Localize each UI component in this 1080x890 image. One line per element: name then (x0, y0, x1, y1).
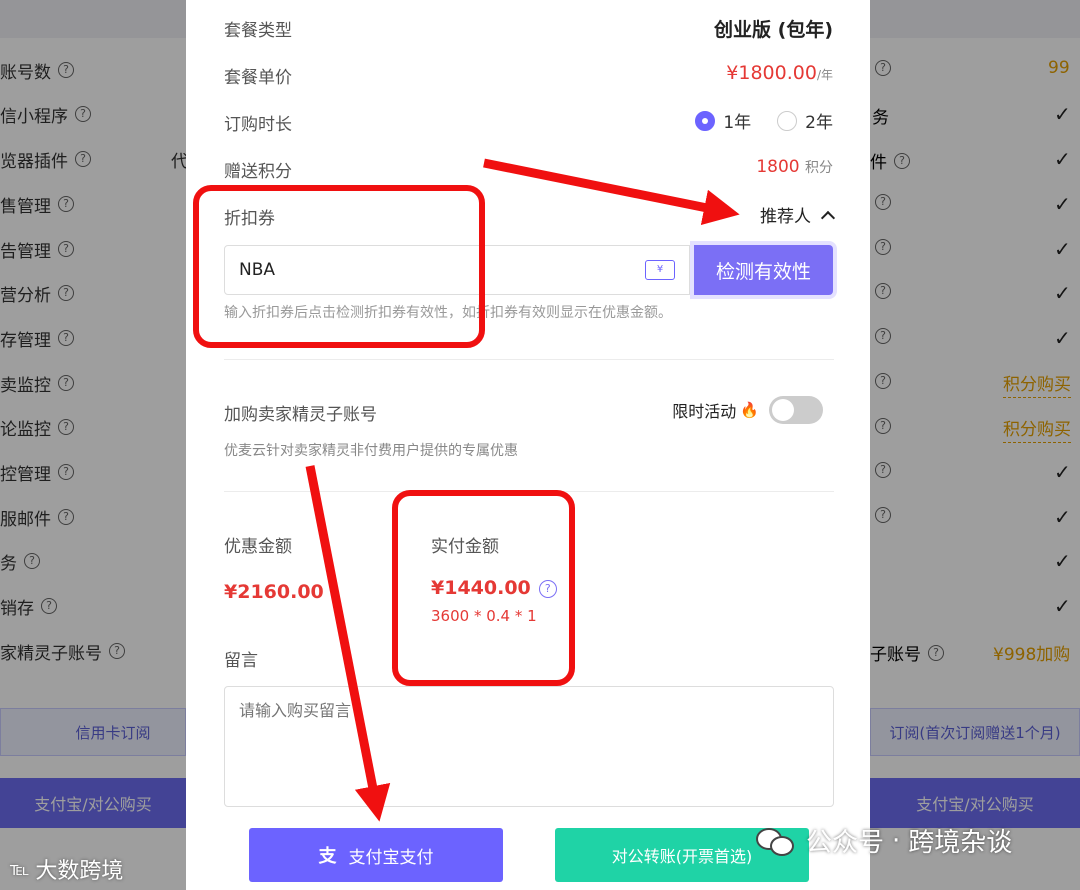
arrow-to-referrer (483, 158, 740, 226)
wechat-icon (756, 824, 796, 858)
arrow-to-alipay (305, 465, 391, 822)
annotation-arrows (305, 158, 740, 822)
watermark-left: ℡ 大数跨境 (10, 858, 124, 885)
watermark-right: 公众号 · 跨境杂谈 (756, 822, 1012, 859)
